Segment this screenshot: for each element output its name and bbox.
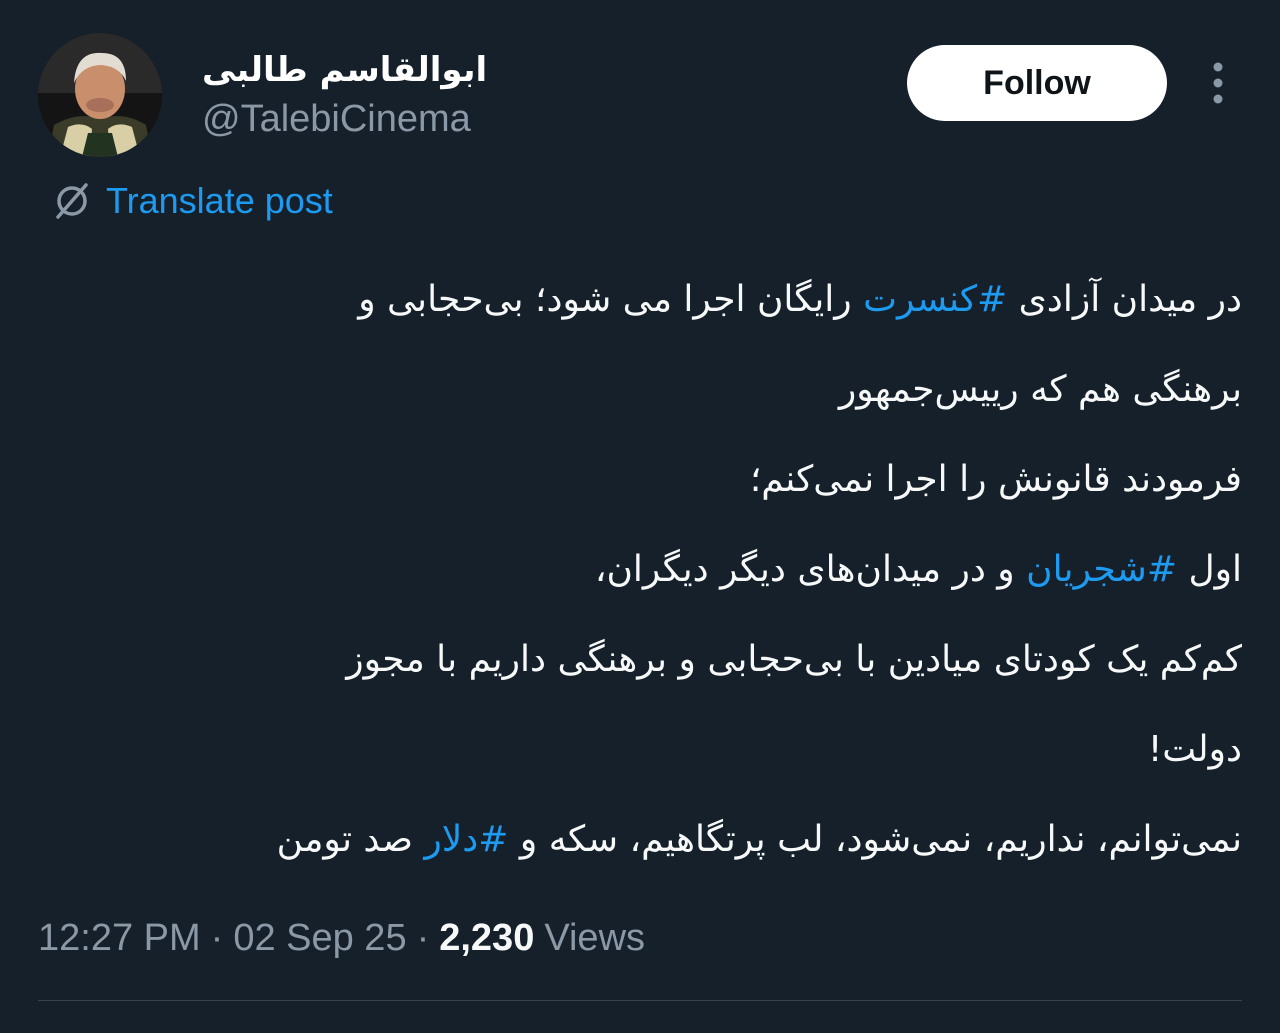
- author-avatar[interactable]: [38, 33, 162, 157]
- tweet-meta: 12:27 PM · 02 Sep 25 · 2,230 Views: [38, 913, 645, 963]
- tweet-text-segment: نمی‌توانم، نداریم، نمی‌شود، لب پرتگاهیم،…: [508, 819, 1242, 860]
- tweet-text-segment: صد تومن: [276, 819, 425, 860]
- tweet-line-4: اول #شجریان و در میدان‌های دیگر دیگران،: [72, 525, 1242, 615]
- more-vertical-icon: [1213, 62, 1223, 104]
- tweet-line-1: در میدان آزادی #کنسرت رایگان اجرا می شود…: [72, 255, 1242, 345]
- tweet-line-3: فرمودند قانونش را اجرا نمی‌کنم؛: [749, 459, 1242, 500]
- tweet-text-segment: در میدان آزادی: [1007, 279, 1242, 320]
- divider: [38, 1000, 1242, 1001]
- follow-button[interactable]: Follow: [907, 45, 1167, 121]
- more-options-button[interactable]: [1196, 58, 1240, 108]
- meta-separator: ·: [416, 916, 430, 959]
- author-handle[interactable]: @TalebiCinema: [202, 96, 471, 142]
- translate-label: Translate post: [106, 180, 333, 221]
- tweet-date[interactable]: 02 Sep 25: [233, 917, 406, 960]
- tweet-line-6: دولت!: [1147, 729, 1242, 770]
- views-count: 2,230: [439, 916, 535, 959]
- tweet-line-5: کم‌کم یک کودتای میادین با بی‌حجابی و بره…: [346, 639, 1242, 680]
- tweet-line-7: نمی‌توانم، نداریم، نمی‌شود، لب پرتگاهیم،…: [72, 795, 1242, 885]
- translate-post-link[interactable]: Translate post: [50, 178, 333, 224]
- hashtag-link[interactable]: #شجریان: [1026, 549, 1177, 590]
- hashtag-link[interactable]: #دلار: [424, 819, 508, 860]
- tweet-text: در میدان آزادی #کنسرت رایگان اجرا می شود…: [72, 255, 1242, 885]
- meta-separator: ·: [210, 916, 224, 959]
- translate-globe-icon: [56, 183, 88, 219]
- tweet-line-2: برهنگی هم که رییس‌جمهور: [838, 369, 1242, 410]
- avatar-image: [38, 33, 162, 157]
- tweet-text-segment: رایگان اجرا می شود؛ بی‌حجابی و: [358, 279, 864, 320]
- tweet-text-segment: و در میدان‌های دیگر دیگران،: [594, 549, 1027, 590]
- hashtag-link[interactable]: #کنسرت: [863, 279, 1007, 320]
- views-label: Views: [544, 916, 646, 959]
- tweet-text-segment: اول: [1177, 549, 1242, 590]
- tweet-time[interactable]: 12:27 PM: [38, 917, 201, 960]
- author-display-name[interactable]: ابوالقاسم طالبی: [202, 48, 487, 92]
